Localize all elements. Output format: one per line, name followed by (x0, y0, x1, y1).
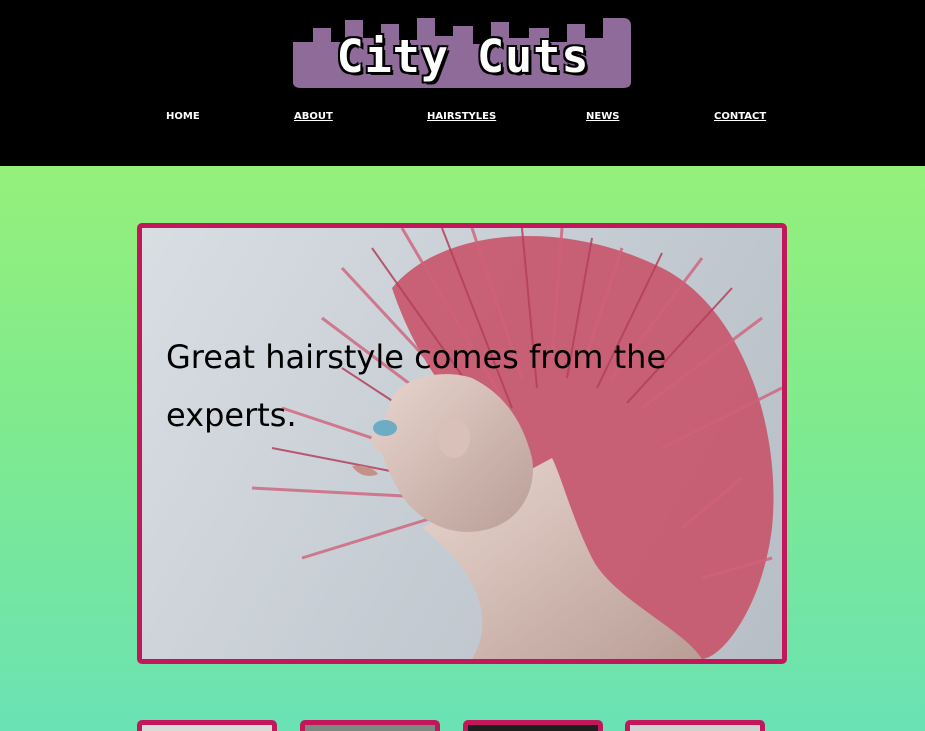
gallery-thumbnail-4[interactable] (625, 720, 765, 731)
nav-contact-link[interactable]: CONTACT (714, 111, 766, 122)
hero-banner: Great hairstyle comes from the experts. (137, 223, 787, 664)
nav-hairstyles-link[interactable]: HAIRSTYLES (427, 111, 496, 122)
nav-home-link[interactable]: HOME (166, 111, 200, 122)
gallery-thumbnail-3[interactable] (463, 720, 603, 731)
city-cuts-logo[interactable]: City Cuts (293, 18, 633, 90)
gallery-thumbnail-2[interactable] (300, 720, 440, 731)
nav-news-link[interactable]: NEWS (586, 111, 619, 122)
site-header: City Cuts HOME ABOUT HAIRSTYLES NEWS CON… (0, 0, 925, 166)
logo-text: City Cuts (336, 30, 590, 83)
nav-about-link[interactable]: ABOUT (294, 111, 333, 122)
hero-tagline: Great hairstyle comes from the experts. (166, 338, 667, 434)
gallery-thumbnail-1[interactable] (137, 720, 277, 731)
